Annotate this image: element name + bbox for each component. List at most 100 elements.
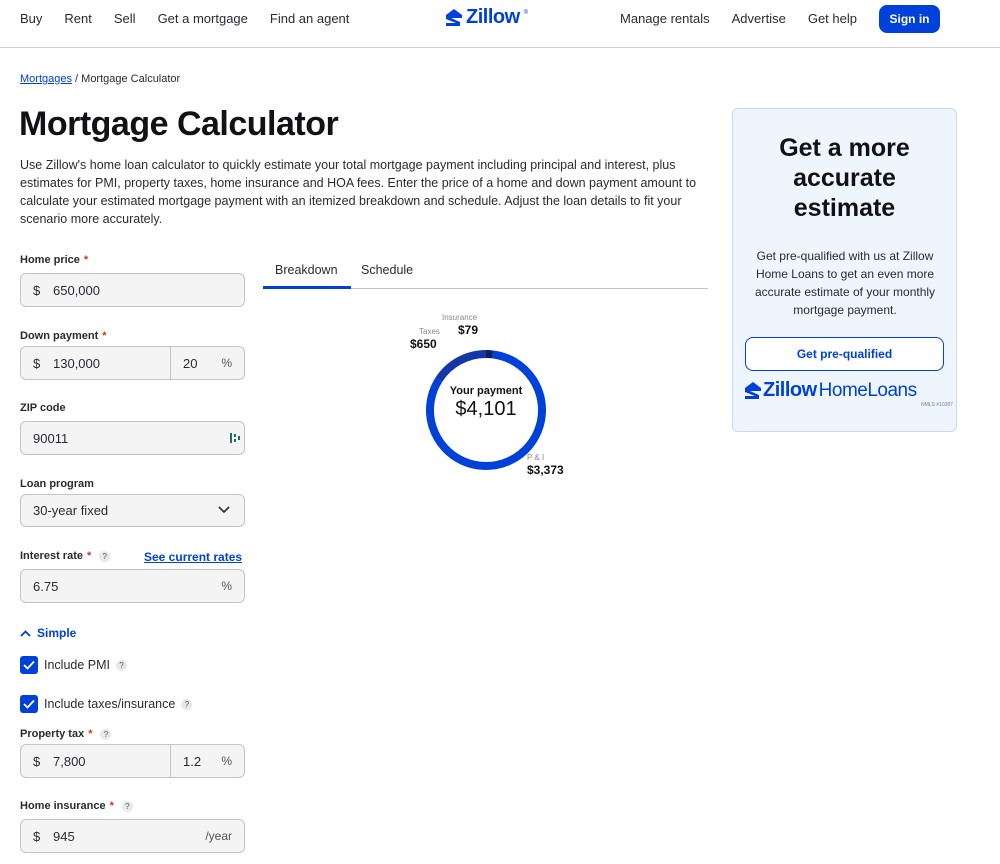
home-price-label: Home price * bbox=[20, 254, 88, 266]
nav-get-help[interactable]: Get help bbox=[808, 11, 857, 26]
zip-code-label-text: ZIP code bbox=[20, 402, 66, 414]
nav-find-an-agent[interactable]: Find an agent bbox=[270, 11, 350, 26]
home-price-label-text: Home price bbox=[20, 254, 80, 266]
nav-get-a-mortgage[interactable]: Get a mortgage bbox=[158, 11, 248, 26]
down-payment-percent-value: 20 bbox=[183, 355, 198, 371]
help-icon[interactable]: ? bbox=[99, 550, 111, 562]
breakdown-tabs: Breakdown Schedule bbox=[263, 255, 708, 289]
zillow-mark-icon bbox=[745, 382, 761, 399]
down-payment-label-text: Down payment bbox=[20, 330, 99, 342]
taxes-segment-label: Taxes bbox=[419, 327, 440, 336]
page-title: Mortgage Calculator bbox=[19, 105, 339, 143]
breadcrumb-mortgages[interactable]: Mortgages bbox=[20, 73, 72, 85]
breadcrumb-separator: / bbox=[71, 73, 82, 85]
required-marker: * bbox=[88, 728, 93, 740]
simple-toggle-label: Simple bbox=[37, 626, 77, 640]
home-insurance-value: 945 bbox=[53, 828, 75, 844]
card-title-line: Get a more bbox=[779, 134, 910, 162]
get-pre-qualified-button[interactable]: Get pre-qualified bbox=[745, 337, 944, 371]
help-icon[interactable]: ? bbox=[100, 728, 112, 740]
nav-rent[interactable]: Rent bbox=[64, 11, 91, 26]
logo-mark: ® bbox=[523, 9, 529, 16]
down-payment-percent-input[interactable]: 20 % bbox=[170, 346, 245, 380]
see-current-rates-link[interactable]: See current rates bbox=[144, 550, 242, 564]
intro-text: Use Zillow's home loan calculator to qui… bbox=[20, 158, 697, 226]
loan-program-value: 30-year fixed bbox=[33, 503, 109, 518]
include-pmi-checkbox[interactable] bbox=[20, 656, 38, 674]
currency-prefix: $ bbox=[33, 753, 41, 769]
zip-code-label: ZIP code bbox=[20, 402, 66, 414]
nav-sell[interactable]: Sell bbox=[114, 11, 136, 26]
nav-left: Buy Rent Sell Get a mortgage Find an age… bbox=[20, 0, 371, 36]
per-year-suffix: /year bbox=[205, 829, 232, 843]
card-title: Get a more accurate estimate bbox=[733, 133, 956, 223]
card-title-line: accurate bbox=[793, 164, 896, 192]
property-tax-label: Property tax * ? bbox=[20, 728, 112, 740]
nmls-number: NMLS #10287 bbox=[921, 402, 953, 408]
donut-segment-taxes bbox=[435, 350, 487, 382]
home-loans-logo-text: HomeLoans bbox=[818, 380, 917, 401]
taxes-segment-value: $650 bbox=[410, 337, 437, 351]
loan-program-select[interactable]: 30-year fixed bbox=[20, 494, 245, 527]
property-tax-percent-value: 1.2 bbox=[183, 753, 202, 769]
site-header: Buy Rent Sell Get a mortgage Find an age… bbox=[0, 0, 1000, 48]
help-icon[interactable]: ? bbox=[181, 698, 193, 710]
percent-suffix: % bbox=[221, 754, 232, 768]
interest-rate-label-text: Interest rate bbox=[20, 550, 83, 562]
property-tax-percent-input[interactable]: 1.2 % bbox=[170, 744, 245, 778]
zillow-mark-icon bbox=[446, 9, 462, 26]
autofill-icon bbox=[230, 433, 240, 443]
required-marker: * bbox=[86, 550, 92, 562]
interest-rate-label: Interest rate * ? bbox=[20, 550, 111, 562]
active-tab-indicator bbox=[263, 286, 351, 289]
include-taxes-row: Include taxes/insurance ? bbox=[20, 695, 193, 713]
down-payment-amount-input[interactable]: $ 130,000 bbox=[20, 346, 171, 380]
currency-prefix: $ bbox=[33, 282, 41, 298]
home-price-input[interactable]: $ 650,000 bbox=[20, 273, 245, 307]
property-tax-amount-input[interactable]: $ 7,800 bbox=[20, 744, 171, 778]
card-body: Get pre-qualified with us at Zillow Home… bbox=[754, 249, 936, 317]
tab-breakdown[interactable]: Breakdown bbox=[275, 263, 338, 277]
home-insurance-label: Home insurance * ? bbox=[20, 800, 133, 812]
nav-buy[interactable]: Buy bbox=[20, 11, 42, 26]
loan-program-label-text: Loan program bbox=[20, 478, 94, 490]
home-insurance-input[interactable]: $ 945 /year bbox=[20, 819, 245, 853]
sign-in-button[interactable]: Sign in bbox=[879, 5, 940, 33]
simple-toggle[interactable]: Simple bbox=[20, 626, 76, 640]
breadcrumb-current: Mortgage Calculator bbox=[81, 73, 181, 85]
your-payment-label: Your payment bbox=[449, 385, 523, 397]
required-marker: * bbox=[109, 800, 114, 812]
your-payment-value: $4,101 bbox=[455, 398, 517, 420]
zillow-logo[interactable]: Zillow ® bbox=[446, 6, 528, 29]
chevron-down-icon bbox=[218, 506, 230, 514]
breadcrumb: Mortgages / Mortgage Calculator bbox=[20, 73, 180, 85]
help-icon[interactable]: ? bbox=[116, 659, 128, 671]
tab-schedule[interactable]: Schedule bbox=[361, 263, 413, 277]
down-payment-label: Down payment * bbox=[20, 330, 107, 342]
donut-center: Your payment $4,101 bbox=[425, 385, 547, 421]
help-icon[interactable]: ? bbox=[121, 800, 133, 812]
interest-rate-input[interactable]: 6.75 % bbox=[20, 569, 245, 603]
property-tax-label-text: Property tax bbox=[20, 728, 85, 740]
loan-program-label: Loan program bbox=[20, 478, 94, 490]
nav-right: Manage rentals Advertise Get help bbox=[598, 0, 857, 36]
required-marker: * bbox=[83, 254, 89, 266]
nav-manage-rentals[interactable]: Manage rentals bbox=[620, 11, 710, 26]
required-marker: * bbox=[102, 330, 107, 342]
nav-advertise[interactable]: Advertise bbox=[732, 11, 786, 26]
home-loans-logo-zillow: Zillow bbox=[763, 379, 817, 401]
include-taxes-label: Include taxes/insurance bbox=[44, 697, 176, 711]
down-payment-value: 130,000 bbox=[53, 355, 100, 371]
pi-segment-label: P & I bbox=[527, 453, 545, 462]
percent-suffix: % bbox=[221, 579, 232, 593]
card-title-line: estimate bbox=[793, 194, 896, 222]
interest-rate-value: 6.75 bbox=[33, 578, 59, 594]
zillow-logo-text: Zillow bbox=[466, 6, 520, 28]
home-price-value: 650,000 bbox=[53, 282, 100, 298]
zip-code-input[interactable]: 90011 bbox=[20, 421, 245, 455]
zip-code-value: 90011 bbox=[33, 430, 69, 446]
property-tax-value: 7,800 bbox=[53, 753, 86, 769]
percent-suffix: % bbox=[221, 356, 232, 370]
include-taxes-checkbox[interactable] bbox=[20, 695, 38, 713]
insurance-segment-label: Insurance bbox=[442, 313, 478, 322]
